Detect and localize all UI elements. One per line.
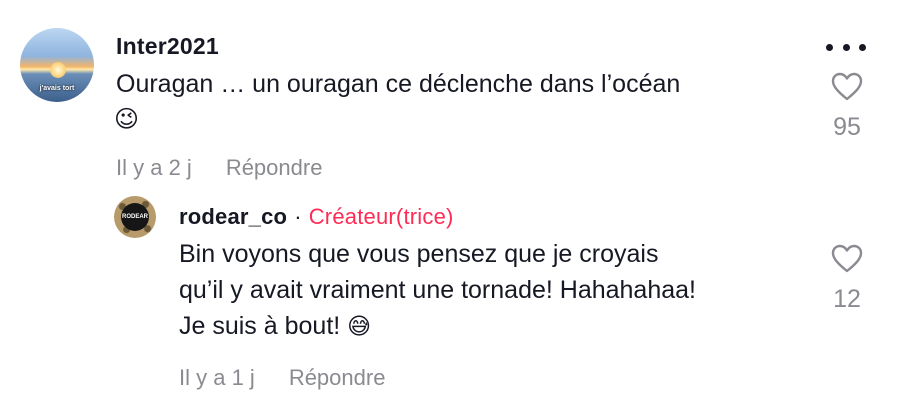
avatar-caption: j'avais tort [39, 85, 75, 92]
reply-text-line3: Je suis à bout! [179, 312, 341, 340]
creator-badge: Créateur(trice) [308, 204, 454, 229]
heart-outline-icon [831, 72, 863, 101]
reply-reply-button[interactable]: Répondre [289, 365, 386, 390]
separator: · [294, 204, 302, 229]
like-count: 95 [833, 113, 861, 141]
reply-like-button[interactable] [831, 244, 863, 279]
reply-text-line3-wrap: Je suis à bout! 😅 [179, 308, 799, 344]
comment-meta: Il y a 2 j Répondre [116, 155, 322, 181]
reply-timestamp: Il y a 1 j [179, 365, 255, 390]
reply-meta: Il y a 1 j Répondre [179, 365, 385, 391]
reply-header: rodear_co · Créateur(trice) [179, 204, 454, 230]
comment-username[interactable]: Inter2021 [116, 33, 219, 60]
reply-button[interactable]: Répondre [226, 155, 323, 180]
reply-text-line2: qu’il y avait vraiment une tornade! Haha… [179, 276, 696, 304]
like-button[interactable] [831, 72, 863, 107]
comment-emoji: 😉 [114, 106, 140, 133]
comment-text: Ouragan … un ouragan ce déclenche dans l… [116, 66, 816, 102]
comment-timestamp: Il y a 2 j [116, 155, 192, 180]
reply-username[interactable]: rodear_co [179, 204, 287, 229]
reply-avatar[interactable]: RODEAR [114, 196, 156, 238]
reply-text-line1: Bin voyons que vous pensez que je croyai… [179, 240, 659, 268]
avatar[interactable]: j'avais tort [20, 28, 94, 102]
reply-avatar-logo: RODEAR [121, 203, 149, 231]
reply-emoji: 😅 [347, 313, 372, 339]
heart-outline-icon [831, 244, 863, 273]
comment-text-line1: Ouragan … un ouragan ce déclenche dans l… [116, 70, 681, 98]
more-dots-icon [826, 43, 833, 51]
more-options-button[interactable] [826, 40, 866, 54]
avatar-sun [50, 62, 66, 78]
reply-like-count: 12 [833, 285, 861, 313]
